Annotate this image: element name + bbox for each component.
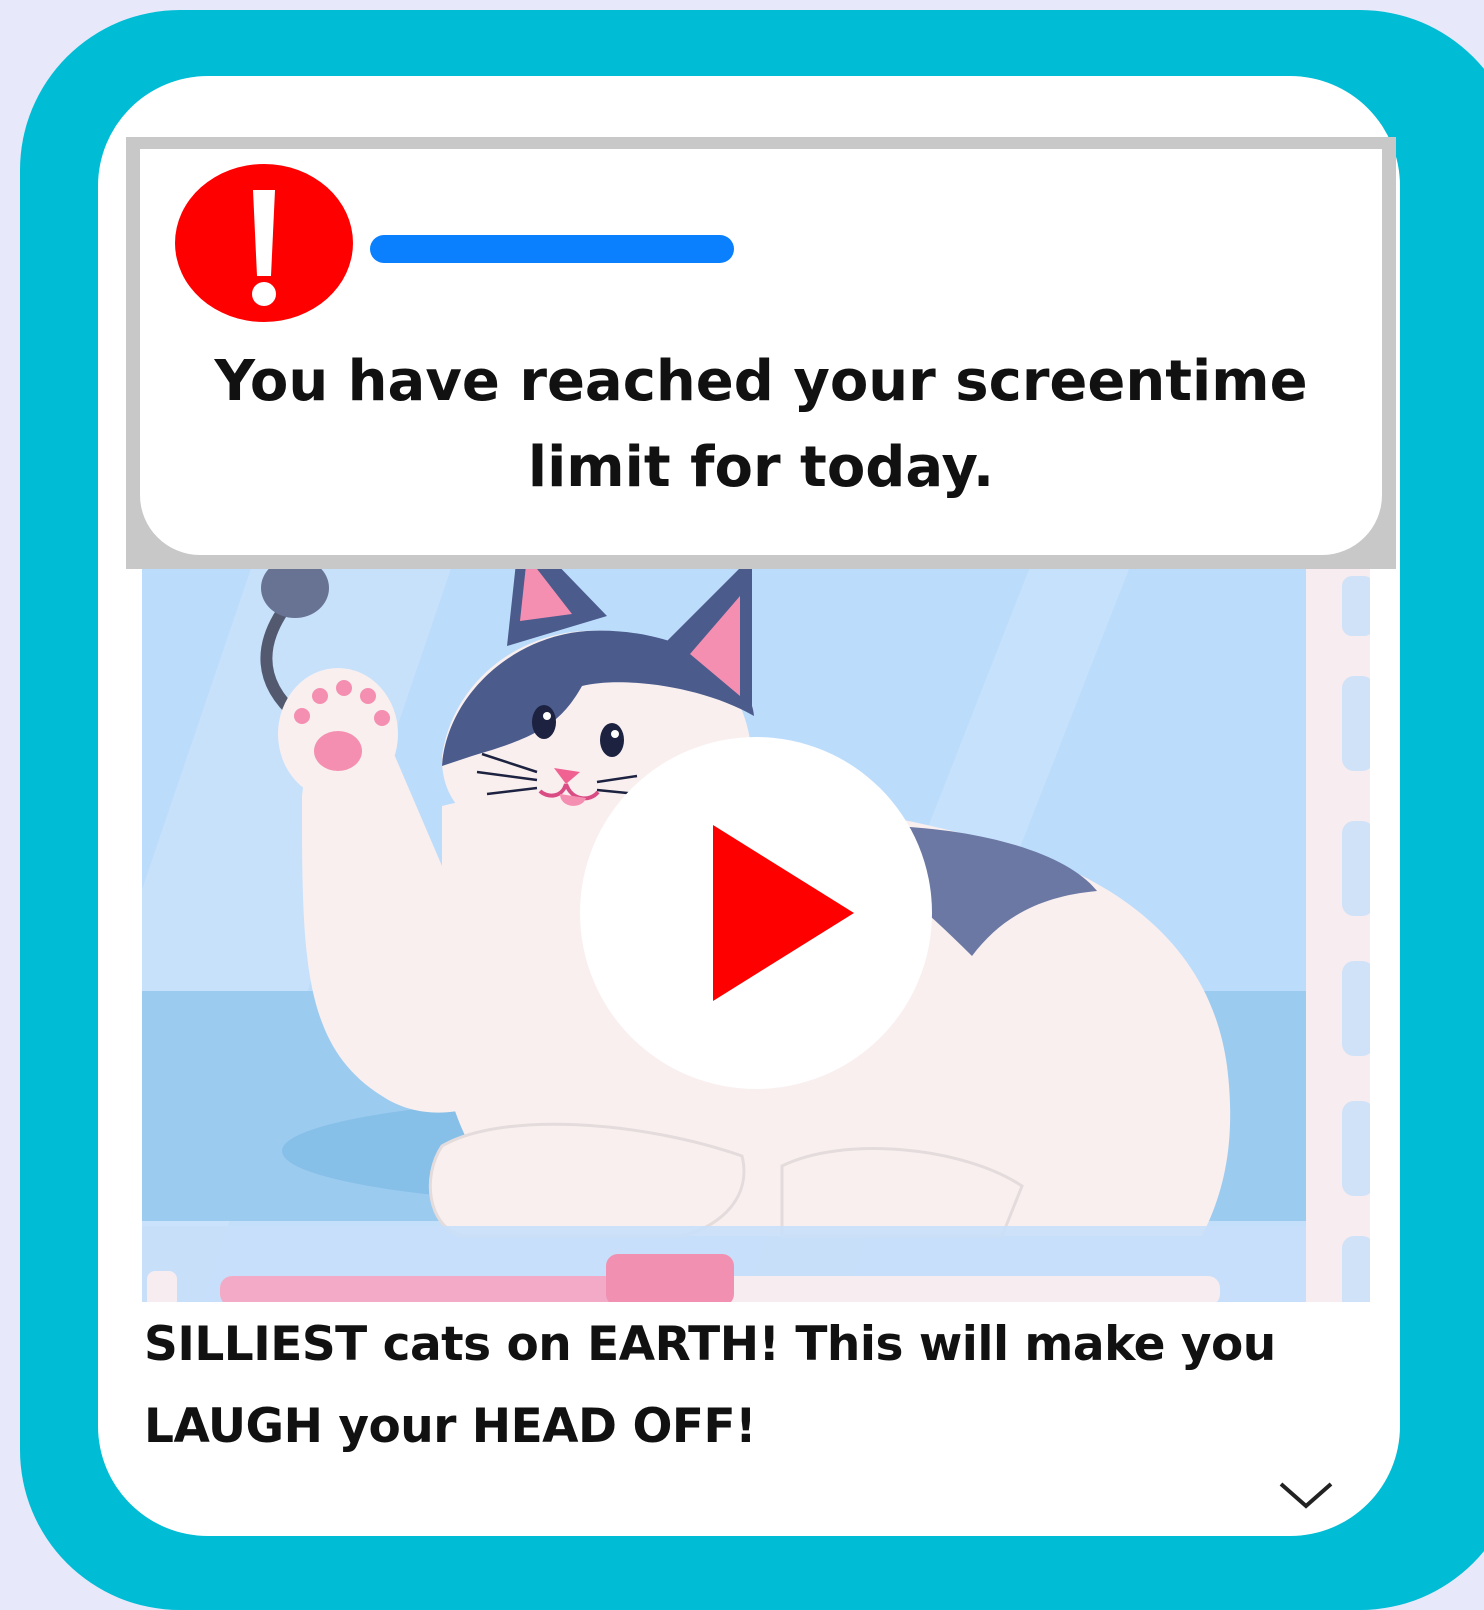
screentime-alert: You have reached your screentime limit f… <box>126 137 1396 569</box>
alert-title-bar <box>370 235 734 263</box>
video-title[interactable]: SILLIEST cats on EARTH! This will make y… <box>144 1304 1374 1468</box>
alert-message: You have reached your screentime limit f… <box>214 349 1308 500</box>
video-scrubber-handle <box>606 1254 734 1302</box>
video-progress-fill <box>220 1276 670 1302</box>
alert-panel: You have reached your screentime limit f… <box>140 149 1382 555</box>
exclamation-icon <box>175 164 353 322</box>
close-icon[interactable] <box>1276 1476 1336 1516</box>
play-button[interactable] <box>578 735 934 1091</box>
